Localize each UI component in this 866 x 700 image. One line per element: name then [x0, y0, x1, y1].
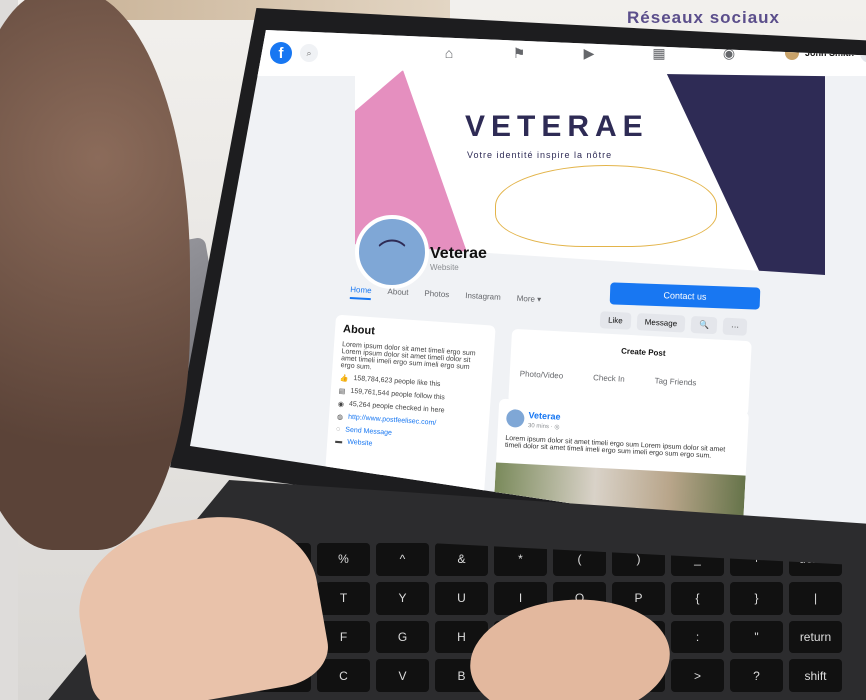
key: |	[789, 581, 842, 615]
cover-brand: VETERAE	[465, 110, 649, 143]
home-icon[interactable]: ⌂	[438, 45, 460, 62]
check-in-button[interactable]: Check In	[593, 373, 625, 384]
key: "	[730, 620, 783, 654]
key: U	[435, 581, 488, 615]
key: :	[671, 620, 724, 654]
tab-home[interactable]: Home	[349, 285, 372, 301]
search-icon[interactable]: ⌕	[300, 44, 318, 62]
cat-illustration	[495, 165, 717, 247]
key: return	[789, 620, 842, 654]
post-time: 30 mins · ◎	[527, 423, 560, 431]
key: shift	[789, 659, 842, 692]
contact-us-button[interactable]: Contact us	[609, 282, 761, 310]
create-post-title: Create Post	[620, 346, 666, 358]
key: C	[317, 659, 370, 692]
key: ^	[376, 543, 429, 576]
message-button[interactable]: Message	[636, 313, 686, 333]
post-text: Lorem ipsum dolor sit amet timeli ergo s…	[504, 434, 726, 460]
caption-label: Réseaux sociaux	[627, 8, 780, 27]
post-avatar	[505, 408, 525, 428]
key: >	[671, 659, 724, 692]
key: ?	[730, 659, 783, 692]
key: V	[376, 659, 429, 692]
send-message-link[interactable]: Send Message	[345, 427, 392, 437]
page-name: Veterae	[430, 245, 487, 262]
tab-photos[interactable]: Photos	[424, 289, 449, 304]
person-head	[0, 0, 190, 550]
key: {	[671, 581, 724, 615]
website-url[interactable]: http://www.postfeelisec.com/	[348, 414, 437, 428]
more-button[interactable]: ···	[722, 317, 748, 336]
post-author[interactable]: Veterae	[528, 410, 561, 422]
page-tabs: Home About Photos Instagram More ▾	[349, 285, 542, 309]
tag-friends-button[interactable]: Tag Friends	[654, 376, 696, 387]
folder-icon: ▬	[335, 437, 343, 446]
pin-icon: ◉	[337, 400, 345, 409]
cover-navy-shape	[665, 70, 825, 275]
checkins-count: 45,264 people checked in here	[348, 400, 445, 415]
key: }	[730, 581, 783, 615]
marketplace-icon[interactable]: ▦	[648, 45, 670, 62]
likes-count: 158,784,623 people like this	[353, 374, 441, 389]
cover-tagline: Votre identité inspire la nôtre	[467, 150, 613, 160]
key: G	[376, 620, 429, 654]
tab-more[interactable]: More ▾	[516, 294, 542, 309]
create-post-options: Photo/Video Check In Tag Friends	[520, 369, 697, 387]
profile-picture[interactable]: ⌒	[355, 215, 429, 289]
tab-instagram[interactable]: Instagram	[465, 291, 501, 307]
globe-icon: ◍	[336, 413, 344, 422]
facebook-logo[interactable]: f	[270, 42, 292, 64]
follow-icon: ▤	[338, 388, 346, 396]
website-link[interactable]: Website	[347, 439, 373, 448]
thumb-icon: 👍	[339, 375, 349, 383]
watch-icon[interactable]: ▶	[578, 45, 600, 62]
key: %	[317, 543, 370, 576]
follows-count: 159,761,544 people follow this	[350, 387, 446, 402]
messenger-icon: ◌	[335, 425, 341, 434]
scene: Réseaux sociaux f ⌕ ⌂ ⚑ ▶ ▦ ◉ John Smith…	[0, 0, 866, 700]
search-button[interactable]: 🔍	[690, 315, 718, 335]
page-type: Website	[430, 263, 459, 272]
key: Y	[376, 581, 429, 615]
page-actions: Like Message 🔍 ···	[599, 311, 748, 336]
photo-video-button[interactable]: Photo/Video	[520, 369, 564, 380]
key: T	[317, 581, 370, 615]
about-description: Lorem ipsum dolor sit amet timeli ergo s…	[340, 341, 476, 372]
key: &	[435, 543, 488, 576]
tab-about[interactable]: About	[387, 287, 408, 302]
about-card: About Lorem ipsum dolor sit amet timeli …	[324, 314, 496, 496]
flag-icon[interactable]: ⚑	[508, 45, 530, 62]
like-button[interactable]: Like	[599, 311, 632, 330]
